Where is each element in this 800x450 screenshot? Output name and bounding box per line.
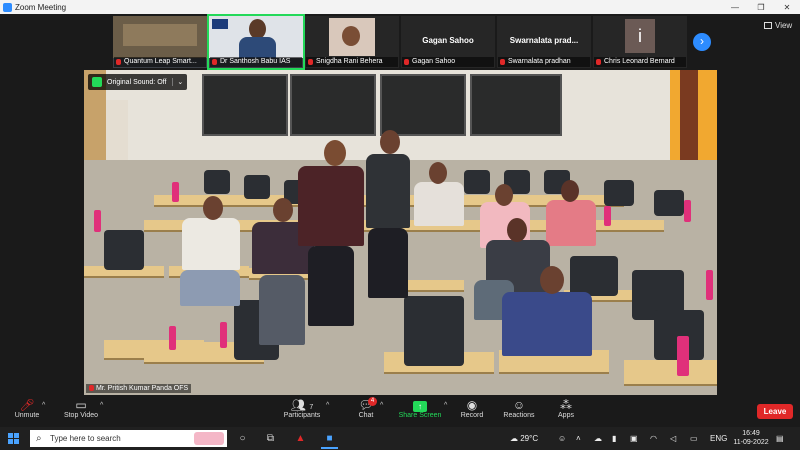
participants-icon: 👥︎ 7 bbox=[290, 398, 314, 412]
windows-start-icon[interactable] bbox=[8, 433, 19, 444]
taskbar-clock[interactable]: 16:49 11-09-2022 bbox=[730, 429, 772, 447]
chat-badge: 4 bbox=[368, 397, 377, 406]
windows-taskbar: ⌕ Type here to search ○ ⧉ ▲ ■ ☁ 29°C ☺ ˄… bbox=[0, 427, 800, 450]
record-icon: ◉ bbox=[466, 398, 478, 412]
battery-icon[interactable]: ▭ bbox=[690, 427, 698, 450]
video-options-caret[interactable]: ^ bbox=[100, 398, 108, 426]
share-options-caret[interactable]: ^ bbox=[444, 398, 452, 426]
chat-button[interactable]: 💬︎ 4 Chat bbox=[352, 397, 380, 426]
volume-icon[interactable]: ◁ bbox=[670, 427, 676, 450]
window-title: Zoom Meeting bbox=[15, 2, 67, 12]
chevron-up-icon[interactable]: ˄ bbox=[576, 427, 581, 450]
smiley-icon: ☺ bbox=[512, 398, 526, 412]
participant-strip: Quantum Leap Smart... Dr Santhosh Babu I… bbox=[113, 14, 687, 70]
search-highlight-image bbox=[194, 432, 224, 445]
taskbar-search-input[interactable]: ⌕ Type here to search bbox=[30, 430, 227, 447]
active-speaker-name: Mr. Pritish Kumar Panda OFS bbox=[86, 384, 192, 393]
language-indicator[interactable]: ENG bbox=[710, 427, 727, 450]
video-camera-icon: ▭ bbox=[75, 398, 87, 412]
grid-view-icon bbox=[764, 22, 772, 30]
pdf-reader-icon[interactable]: ▲ bbox=[294, 432, 307, 445]
participant-tile[interactable]: Swarnalata prad... Swarnalata pradhan bbox=[497, 16, 591, 68]
microphone-icon[interactable]: ▮ bbox=[612, 427, 616, 450]
participant-name: Dr Santhosh Babu IAS bbox=[210, 57, 302, 67]
window-titlebar: Zoom Meeting — ❐ ✕ bbox=[0, 0, 800, 14]
meeting-stage: Quantum Leap Smart... Dr Santhosh Babu I… bbox=[0, 14, 800, 395]
participant-big-name: Gagan Sahoo bbox=[422, 36, 474, 45]
notifications-icon[interactable]: ▤ bbox=[776, 427, 784, 450]
apps-button[interactable]: ⁂ Apps bbox=[554, 398, 578, 426]
muted-mic-icon bbox=[404, 59, 409, 65]
participant-name: Swarnalata pradhan bbox=[498, 57, 590, 67]
wifi-icon[interactable]: ◠ bbox=[650, 427, 657, 450]
participants-options-caret[interactable]: ^ bbox=[326, 398, 334, 426]
muted-microphone-icon: 🎤︎ bbox=[19, 398, 35, 412]
active-speaker-video bbox=[84, 70, 717, 395]
participant-tile[interactable]: Snigdha Rani Behera bbox=[305, 16, 399, 68]
chevron-down-icon[interactable]: ⌄ bbox=[172, 78, 183, 86]
share-screen-button[interactable]: ↑ Share Screen bbox=[396, 398, 444, 426]
camera-icon[interactable]: ▣ bbox=[630, 427, 638, 450]
participant-name: Chris Leonard Bernard bbox=[594, 57, 686, 67]
original-sound-toggle[interactable]: Original Sound: Off ⌄ bbox=[88, 74, 188, 90]
participant-tile[interactable]: Dr Santhosh Babu IAS bbox=[207, 14, 305, 70]
meeting-toolbar: 🎤︎ Unmute ^ ▭ Stop Video ^ 👥︎ 7 Particip… bbox=[0, 395, 800, 427]
share-screen-icon: ↑ bbox=[396, 398, 444, 412]
muted-mic-icon bbox=[212, 59, 217, 65]
participant-tile[interactable]: Quantum Leap Smart... bbox=[113, 16, 207, 68]
network-cloud-icon[interactable]: ☁ bbox=[594, 427, 602, 450]
task-view-icon[interactable]: ⧉ bbox=[264, 432, 277, 445]
muted-mic-icon bbox=[308, 59, 313, 65]
zoom-app-icon bbox=[3, 2, 12, 12]
shield-icon bbox=[92, 77, 102, 87]
maximize-button[interactable]: ❐ bbox=[748, 3, 774, 12]
leave-button[interactable]: Leave bbox=[757, 404, 793, 419]
participant-tile[interactable]: i Chris Leonard Bernard bbox=[593, 16, 687, 68]
muted-mic-icon bbox=[500, 59, 505, 65]
reactions-button[interactable]: ☺ Reactions bbox=[502, 398, 536, 426]
zoom-taskbar-icon[interactable]: ■ bbox=[321, 432, 338, 449]
participant-name: Snigdha Rani Behera bbox=[306, 57, 398, 67]
record-button[interactable]: ◉ Record bbox=[458, 398, 486, 426]
audio-options-caret[interactable]: ^ bbox=[42, 398, 50, 426]
participant-tile[interactable]: Gagan Sahoo Gagan Sahoo bbox=[401, 16, 495, 68]
muted-mic-icon bbox=[596, 59, 601, 65]
participants-button[interactable]: 👥︎ 7 Participants bbox=[278, 398, 326, 426]
apps-icon: ⁂ bbox=[560, 398, 572, 412]
close-button[interactable]: ✕ bbox=[774, 3, 800, 12]
cloud-icon: ☁ bbox=[510, 434, 518, 443]
minimize-button[interactable]: — bbox=[722, 3, 748, 12]
chat-options-caret[interactable]: ^ bbox=[380, 398, 388, 426]
person-icon[interactable]: ☺ bbox=[558, 427, 566, 450]
unmute-button[interactable]: 🎤︎ Unmute bbox=[10, 398, 44, 426]
cortana-icon[interactable]: ○ bbox=[236, 432, 249, 445]
participant-name: Quantum Leap Smart... bbox=[114, 57, 206, 67]
muted-mic-icon bbox=[116, 59, 121, 65]
weather-widget[interactable]: ☁ 29°C bbox=[510, 427, 538, 450]
participant-initial: i bbox=[625, 19, 655, 53]
next-page-arrow-icon[interactable]: › bbox=[693, 33, 711, 51]
view-button[interactable]: View bbox=[764, 21, 792, 30]
participant-name: Gagan Sahoo bbox=[402, 57, 494, 67]
participant-big-name: Swarnalata prad... bbox=[509, 36, 579, 45]
search-icon: ⌕ bbox=[36, 433, 42, 444]
stop-video-button[interactable]: ▭ Stop Video bbox=[60, 398, 102, 426]
muted-mic-icon bbox=[89, 385, 94, 392]
